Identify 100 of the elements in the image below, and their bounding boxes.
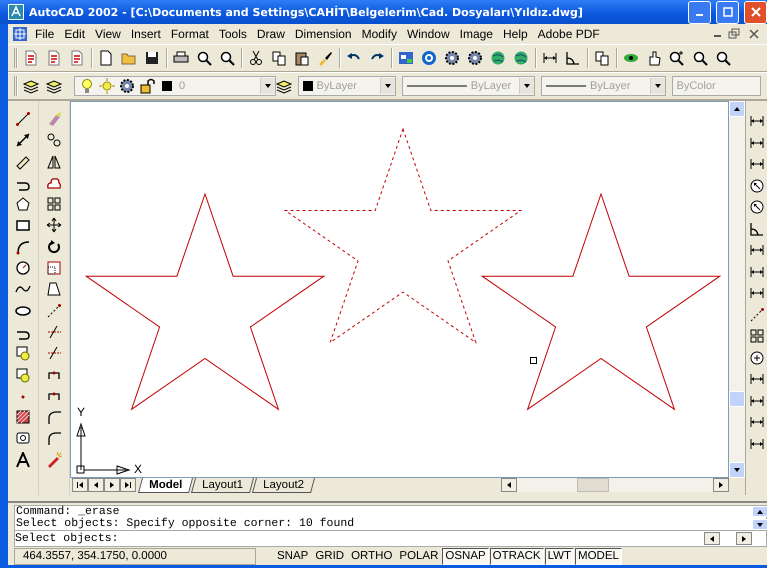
block-icon[interactable] bbox=[15, 366, 31, 383]
close-button[interactable] bbox=[744, 0, 767, 24]
dashed-line-icon[interactable] bbox=[46, 302, 62, 319]
gear-icon[interactable] bbox=[444, 50, 460, 66]
gear-icon[interactable] bbox=[467, 50, 483, 66]
page-icon[interactable] bbox=[98, 50, 114, 66]
layers-icon[interactable] bbox=[23, 78, 39, 94]
stick-icon[interactable] bbox=[46, 452, 62, 468]
padlock-icon[interactable] bbox=[139, 78, 155, 94]
next-tab-button[interactable] bbox=[104, 478, 120, 492]
lightbulb-icon[interactable] bbox=[79, 78, 95, 94]
circle-icon[interactable] bbox=[15, 260, 31, 276]
scrollbar-thumb[interactable] bbox=[577, 478, 609, 492]
ring-icon[interactable] bbox=[421, 50, 437, 66]
two-circles-icon[interactable] bbox=[46, 132, 62, 148]
document-icon[interactable] bbox=[12, 26, 28, 42]
dimension-icon[interactable] bbox=[748, 414, 764, 430]
previous-tab-button[interactable] bbox=[88, 478, 104, 492]
nested-square-icon[interactable] bbox=[46, 260, 62, 276]
magnifier-icon[interactable] bbox=[219, 50, 235, 66]
status-toggle[interactable]: OSNAP bbox=[442, 548, 489, 564]
star-shape[interactable] bbox=[284, 127, 522, 344]
line-icon[interactable] bbox=[15, 111, 31, 127]
rotate-icon[interactable] bbox=[46, 238, 62, 255]
status-toggle[interactable]: MODEL bbox=[575, 548, 622, 564]
filled-square-icon[interactable] bbox=[159, 78, 175, 94]
menu-item[interactable]: Insert bbox=[126, 25, 166, 43]
lined-page-icon[interactable] bbox=[46, 50, 62, 66]
magnifier-plus-icon[interactable] bbox=[669, 50, 685, 66]
layout-tab[interactable]: Model bbox=[138, 478, 194, 493]
star-shape[interactable] bbox=[480, 192, 722, 411]
angle-icon[interactable] bbox=[565, 50, 581, 66]
dashed-line-icon[interactable] bbox=[748, 306, 764, 322]
menu-item[interactable]: Format bbox=[166, 25, 214, 43]
circle-plus-icon[interactable] bbox=[748, 350, 764, 366]
first-tab-button[interactable] bbox=[72, 478, 88, 492]
layout-tab[interactable]: Layout1 bbox=[191, 478, 254, 493]
cross-arrows-icon[interactable] bbox=[46, 217, 62, 234]
menu-item[interactable]: Draw bbox=[252, 25, 290, 43]
dimension-icon[interactable] bbox=[748, 156, 764, 172]
scissors-icon[interactable] bbox=[248, 50, 264, 66]
gear-icon[interactable] bbox=[119, 78, 135, 94]
letter-a-icon[interactable] bbox=[15, 452, 31, 468]
trim-icon[interactable] bbox=[46, 324, 62, 340]
status-toggle[interactable]: OTRACK bbox=[490, 548, 544, 564]
copy-pages-icon[interactable] bbox=[594, 50, 610, 66]
block-icon[interactable] bbox=[15, 345, 31, 362]
scroll-left-button[interactable] bbox=[704, 532, 720, 545]
copy-pages-icon[interactable] bbox=[271, 50, 287, 66]
dimension-icon[interactable] bbox=[542, 50, 558, 66]
dimension-icon[interactable] bbox=[748, 371, 764, 387]
dimension-icon[interactable] bbox=[748, 285, 764, 301]
menu-item[interactable]: Adobe PDF bbox=[532, 25, 605, 43]
maximize-button[interactable] bbox=[716, 0, 739, 24]
drawing-canvas[interactable]: Y X bbox=[70, 101, 729, 478]
hatch-icon[interactable] bbox=[15, 409, 31, 426]
minimize-button[interactable] bbox=[688, 0, 711, 24]
menu-item[interactable]: File bbox=[30, 25, 60, 43]
menu-item[interactable]: Help bbox=[498, 25, 533, 43]
lined-page-icon[interactable] bbox=[69, 50, 85, 66]
magnifier-icon[interactable] bbox=[692, 50, 708, 66]
menu-item[interactable]: Window bbox=[402, 25, 455, 43]
layout-tab[interactable]: Layout2 bbox=[252, 478, 316, 493]
corner-icon[interactable] bbox=[46, 409, 62, 426]
arc-icon[interactable] bbox=[15, 238, 31, 255]
scroll-up-button[interactable] bbox=[752, 506, 767, 517]
ruler-icon[interactable] bbox=[15, 154, 31, 170]
corner-icon[interactable] bbox=[46, 430, 62, 446]
dimension-icon[interactable] bbox=[748, 242, 764, 258]
layers-icon[interactable] bbox=[276, 78, 292, 94]
menu-item[interactable]: Modify bbox=[356, 25, 402, 43]
grid-icon[interactable] bbox=[748, 328, 764, 344]
menu-item[interactable]: Image bbox=[454, 25, 498, 43]
scroll-right-button[interactable] bbox=[736, 532, 752, 545]
trim-icon[interactable] bbox=[46, 345, 62, 362]
double-arrow-icon[interactable] bbox=[15, 132, 31, 148]
angle-icon[interactable] bbox=[748, 220, 764, 236]
magnifier-icon[interactable] bbox=[196, 50, 212, 66]
last-tab-button[interactable] bbox=[120, 478, 136, 492]
region-icon[interactable] bbox=[15, 430, 31, 446]
mirror-icon[interactable] bbox=[46, 154, 62, 170]
scroll-down-button[interactable] bbox=[752, 519, 767, 530]
menu-item[interactable]: View bbox=[90, 25, 126, 43]
trapezoid-icon[interactable] bbox=[46, 281, 62, 298]
menu-item[interactable]: Tools bbox=[214, 25, 252, 43]
clipboard-icon[interactable] bbox=[294, 50, 310, 66]
scroll-left-button[interactable] bbox=[501, 478, 517, 492]
scroll-down-button[interactable] bbox=[729, 462, 745, 478]
globe-icon[interactable] bbox=[490, 50, 506, 66]
scroll-right-button[interactable] bbox=[713, 478, 729, 492]
close-icon[interactable] bbox=[747, 27, 761, 41]
menu-item[interactable]: Dimension bbox=[290, 25, 357, 43]
star-shape[interactable] bbox=[84, 192, 326, 411]
brush-icon[interactable] bbox=[317, 50, 333, 66]
magnifier-icon[interactable] bbox=[715, 50, 731, 66]
scroll-up-button[interactable] bbox=[729, 101, 745, 117]
pentagon-icon[interactable] bbox=[15, 196, 31, 212]
dimension-icon[interactable] bbox=[748, 113, 764, 129]
menu-item[interactable]: Edit bbox=[59, 25, 90, 43]
layers-icon[interactable] bbox=[46, 78, 62, 94]
